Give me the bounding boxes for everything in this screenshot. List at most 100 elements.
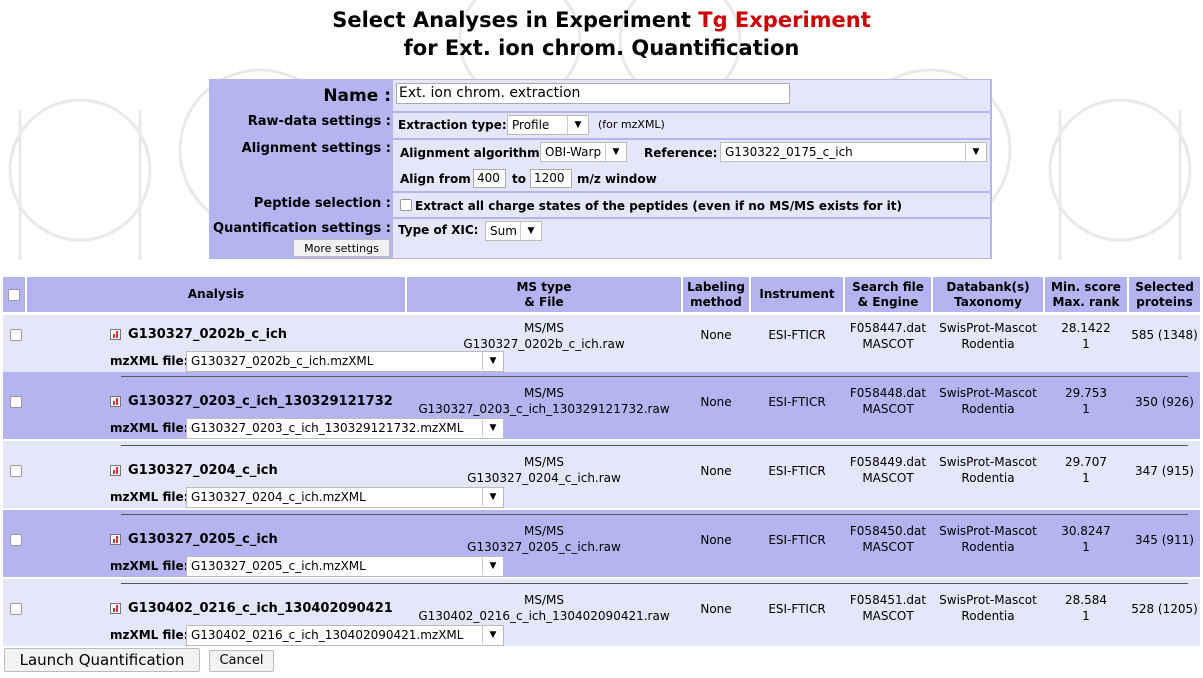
more-settings-button[interactable]: More settings bbox=[293, 239, 390, 257]
ms-type-cell: MS/MS G130327_0202b_c_ich.raw bbox=[407, 320, 681, 352]
raw-file: G130327_0205_c_ich.raw bbox=[467, 540, 621, 554]
extraction-type-select[interactable]: Profile ▼ bbox=[507, 115, 589, 135]
alignment-settings-cell: Alignment algorithm: OBI-Warp ▼ Referenc… bbox=[393, 140, 990, 191]
row-divider bbox=[121, 583, 1188, 584]
experiment-name: Tg Experiment bbox=[698, 8, 871, 32]
instrument: ESI-FTICR bbox=[768, 533, 826, 547]
mzxml-file-select[interactable]: G130327_0202b_c_ich.mzXML ▼ bbox=[186, 351, 504, 372]
header-selected-line2: proteins bbox=[1136, 294, 1193, 309]
databank: SwisProt-Mascot bbox=[939, 321, 1037, 335]
peptide-selection-label: Peptide selection : bbox=[253, 196, 391, 211]
header-analysis: Analysis bbox=[27, 277, 405, 312]
search-engine: MASCOT bbox=[862, 609, 914, 623]
name-cell: Ext. ion chrom. extraction bbox=[393, 80, 990, 111]
databank-cell: SwisProt-Mascot Rodentia bbox=[933, 320, 1043, 352]
alignment-settings-label: Alignment settings : bbox=[241, 141, 391, 156]
header-labeling: Labeling method bbox=[683, 277, 749, 312]
header-search-file: Search file & Engine bbox=[845, 277, 931, 312]
databank: SwisProt-Mascot bbox=[939, 593, 1037, 607]
reference-select[interactable]: G130322_0175_c_ich ▼ bbox=[720, 142, 987, 162]
row-divider bbox=[121, 514, 1188, 515]
mzxml-file-label: mzXML file: bbox=[110, 490, 189, 504]
row-checkbox[interactable] bbox=[10, 396, 22, 408]
taxonomy: Rodentia bbox=[961, 540, 1015, 554]
mzxml-file-value: G130327_0205_c_ich.mzXML bbox=[191, 559, 366, 573]
search-file-cell: F058448.dat MASCOT bbox=[845, 385, 931, 417]
selected-proteins: 347 (915) bbox=[1135, 464, 1194, 478]
min-score: 28.584 bbox=[1065, 593, 1107, 607]
search-file-cell: F058447.dat MASCOT bbox=[845, 320, 931, 352]
mzxml-file-select[interactable]: G130327_0204_c_ich.mzXML ▼ bbox=[186, 487, 504, 508]
raw-data-settings-label: Raw-data settings : bbox=[247, 114, 391, 129]
alignment-algorithm-label: Alignment algorithm: bbox=[400, 146, 545, 160]
databank-cell: SwisProt-Mascot Rodentia bbox=[933, 454, 1043, 486]
taxonomy: Rodentia bbox=[961, 471, 1015, 485]
taxonomy: Rodentia bbox=[961, 609, 1015, 623]
align-from-input[interactable]: 400 bbox=[473, 169, 506, 188]
databank-cell: SwisProt-Mascot Rodentia bbox=[933, 592, 1043, 624]
page-title: Select Analyses in Experiment Tg Experim… bbox=[0, 8, 1203, 32]
ms-type: MS/MS bbox=[524, 524, 564, 538]
databank: SwisProt-Mascot bbox=[939, 524, 1037, 538]
chevron-down-icon: ▼ bbox=[482, 352, 503, 370]
search-engine: MASCOT bbox=[862, 402, 914, 416]
header-databank-line1: Databank(s) bbox=[946, 279, 1030, 294]
name-input[interactable]: Ext. ion chrom. extraction bbox=[396, 83, 790, 104]
row-checkbox[interactable] bbox=[10, 329, 22, 341]
header-ms-type-line1: MS type bbox=[516, 279, 572, 294]
search-engine: MASCOT bbox=[862, 540, 914, 554]
header-labeling-line1: Labeling bbox=[687, 279, 745, 294]
min-score-cell: 30.8247 1 bbox=[1045, 523, 1127, 555]
row-checkbox[interactable] bbox=[10, 534, 22, 546]
chevron-down-icon: ▼ bbox=[567, 116, 588, 134]
align-to-input[interactable]: 1200 bbox=[530, 169, 572, 188]
ms-type: MS/MS bbox=[524, 593, 564, 607]
mzxml-file-select[interactable]: G130327_0203_c_ich_130329121732.mzXML ▼ bbox=[186, 418, 504, 439]
reference-value: G130322_0175_c_ich bbox=[725, 145, 853, 159]
select-all-checkbox[interactable] bbox=[8, 288, 20, 301]
header-search-line1: Search file bbox=[852, 279, 924, 294]
xic-type-select[interactable]: Sum ▼ bbox=[485, 221, 542, 241]
mzxml-file-select[interactable]: G130402_0216_c_ich_130402090421.mzXML ▼ bbox=[186, 625, 504, 646]
chevron-down-icon: ▼ bbox=[605, 143, 626, 161]
mzxml-file-value: G130327_0204_c_ich.mzXML bbox=[191, 490, 366, 504]
analysis-name: G130327_0202b_c_ich bbox=[128, 327, 288, 342]
launch-quantification-button[interactable]: Launch Quantification bbox=[4, 648, 200, 672]
extract-all-charges-checkbox[interactable] bbox=[400, 199, 412, 211]
databank: SwisProt-Mascot bbox=[939, 455, 1037, 469]
mzxml-file-label: mzXML file: bbox=[110, 559, 189, 573]
analysis-name: G130327_0203_c_ich_130329121732 bbox=[128, 394, 393, 409]
alignment-algorithm-select[interactable]: OBI-Warp ▼ bbox=[540, 142, 627, 162]
databank-cell: SwisProt-Mascot Rodentia bbox=[933, 523, 1043, 555]
ms-type: MS/MS bbox=[524, 455, 564, 469]
reference-label: Reference: bbox=[644, 146, 718, 160]
header-selected-proteins: Selected proteins bbox=[1129, 277, 1200, 312]
chevron-down-icon: ▼ bbox=[482, 419, 503, 437]
selected-proteins: 350 (926) bbox=[1135, 395, 1194, 409]
chevron-down-icon: ▼ bbox=[482, 488, 503, 506]
ms-type-cell: MS/MS G130327_0204_c_ich.raw bbox=[407, 454, 681, 486]
cancel-button[interactable]: Cancel bbox=[209, 650, 274, 672]
instrument: ESI-FTICR bbox=[768, 328, 826, 342]
min-score-cell: 28.1422 1 bbox=[1045, 320, 1127, 352]
row-checkbox[interactable] bbox=[10, 603, 22, 615]
ms-type-cell: MS/MS G130327_0203_c_ich_130329121732.raw bbox=[407, 385, 681, 417]
analysis-name: G130402_0216_c_ich_130402090421 bbox=[128, 601, 393, 616]
labeling-method: None bbox=[700, 328, 732, 342]
row-checkbox[interactable] bbox=[10, 465, 22, 477]
mzxml-file-value: G130327_0202b_c_ich.mzXML bbox=[191, 354, 374, 368]
search-file: F058448.dat bbox=[849, 386, 927, 400]
alignment-algorithm-value: OBI-Warp bbox=[545, 145, 602, 159]
min-score: 30.8247 bbox=[1061, 524, 1111, 538]
quantification-settings-label: Quantification settings : bbox=[213, 221, 391, 236]
mzxml-file-select[interactable]: G130327_0205_c_ich.mzXML ▼ bbox=[186, 556, 504, 577]
selected-proteins: 345 (911) bbox=[1135, 533, 1194, 547]
chevron-down-icon: ▼ bbox=[965, 143, 986, 161]
search-file-cell: F058451.dat MASCOT bbox=[845, 592, 931, 624]
search-file-cell: F058449.dat MASCOT bbox=[845, 454, 931, 486]
header-ms-type-line2: & File bbox=[524, 294, 564, 309]
min-score: 28.1422 bbox=[1061, 321, 1111, 335]
extraction-type-value: Profile bbox=[512, 118, 550, 132]
max-rank: 1 bbox=[1082, 471, 1090, 485]
mzxml-file-label: mzXML file: bbox=[110, 628, 189, 642]
